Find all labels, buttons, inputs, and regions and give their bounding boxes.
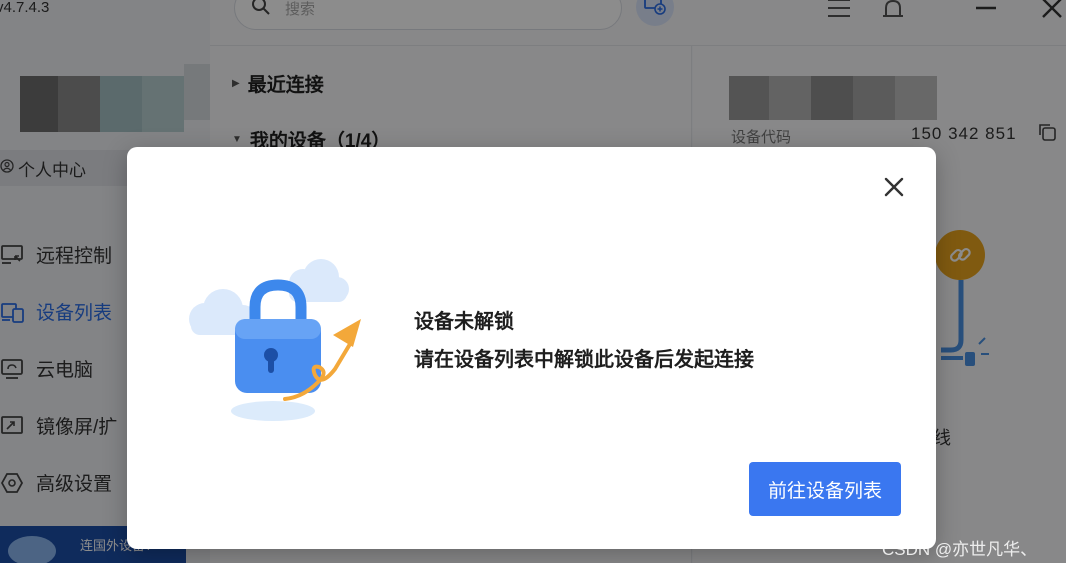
watermark: CSDN @亦世凡华、	[882, 540, 1038, 559]
close-icon[interactable]	[881, 174, 907, 200]
lock-illustration	[185, 259, 415, 429]
go-to-device-list-button[interactable]: 前往设备列表	[749, 462, 901, 516]
dialog-message: 请在设备列表中解锁此设备后发起连接	[414, 349, 754, 371]
dialog-title: 设备未解锁	[414, 311, 514, 333]
device-locked-dialog: 设备未解锁 请在设备列表中解锁此设备后发起连接 前往设备列表	[127, 147, 936, 549]
